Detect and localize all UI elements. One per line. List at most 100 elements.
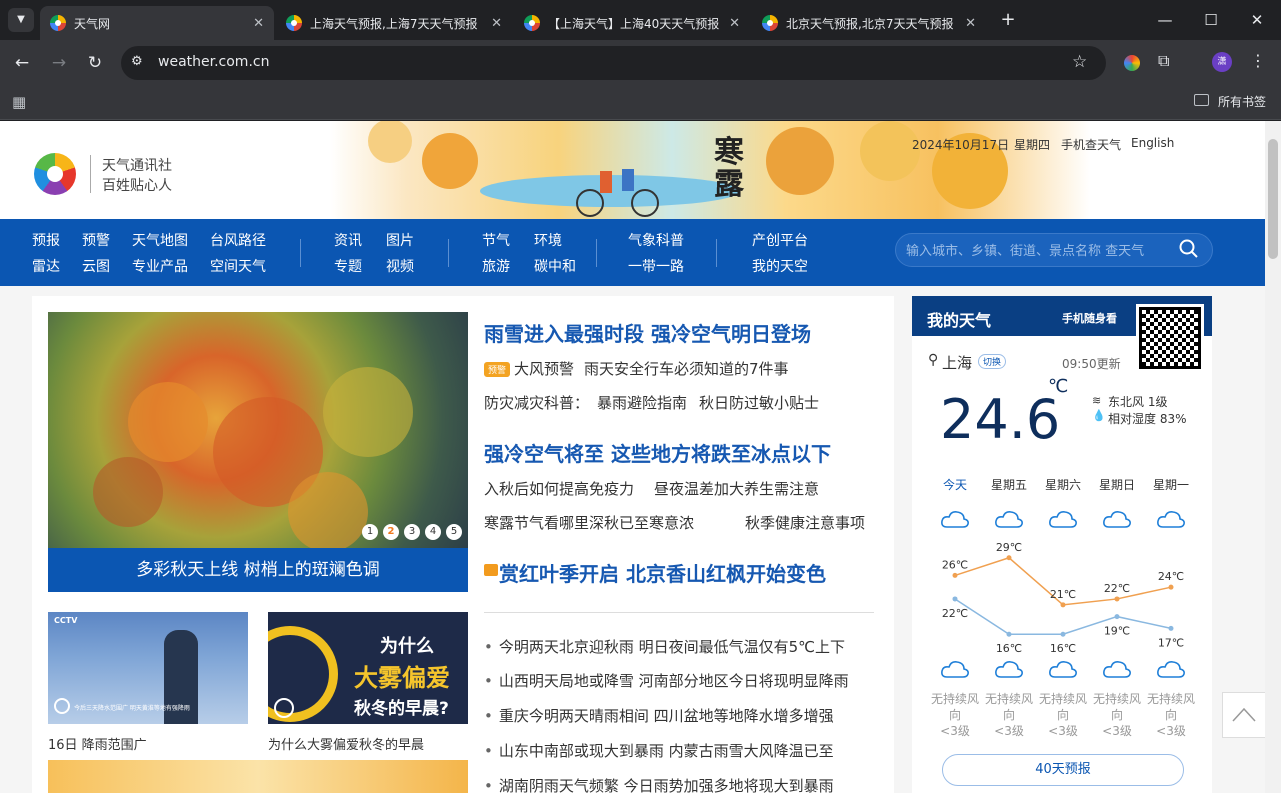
news-item[interactable]: 山西明天局地或降雪 河南部分地区今日将现明显降雨 — [484, 670, 849, 691]
apps-grid-icon[interactable]: ▦ — [12, 93, 26, 111]
address-bar[interactable]: ⚙ weather.com.cn ☆ — [121, 46, 1106, 80]
switch-city-button[interactable]: 切换 — [978, 354, 1007, 369]
news-item[interactable]: 重庆今明两天晴雨相间 四川盆地等地降水增多增强 — [484, 705, 834, 726]
tab-beijing-7day[interactable]: 北京天气预报,北京7天天气预报 ✕ — [752, 6, 986, 40]
tab-title: 天气网 — [74, 16, 111, 31]
sub-link-rainstorm[interactable]: 暴雨避险指南 — [597, 392, 687, 413]
pager-dot-2[interactable]: 2 — [383, 524, 399, 540]
close-icon[interactable]: ✕ — [491, 16, 502, 31]
nav-pictures[interactable]: 图片 — [386, 230, 414, 250]
tab-weather-home[interactable]: 天气网 ✕ — [40, 6, 274, 40]
my-weather-panel: 我的天气 手机随身看 ⚲ 上海 切换 09:50更新 24.6 ℃ ≋ 东北风 … — [912, 296, 1212, 793]
temperature-chart: 26℃ 29℃ 21℃ 22℃ 24℃ 22℃ 16℃ 16℃ 19℃ 17℃ — [942, 541, 1184, 655]
night-cloud-icon — [1090, 658, 1144, 683]
nav-radar[interactable]: 雷达 — [32, 256, 60, 276]
pager-dot-1[interactable]: 1 — [362, 524, 378, 540]
thumb-play-icon[interactable] — [274, 698, 294, 718]
maximize-icon[interactable]: ☐ — [1196, 8, 1226, 32]
tab-bar: ▼ 天气网 ✕ 上海天气预报,上海7天天气预报 ✕ 【上海天气】上海40天天气预… — [0, 0, 1281, 40]
nav-products[interactable]: 专业产品 — [132, 256, 188, 276]
profile-avatar[interactable]: 潇 — [1212, 52, 1232, 72]
search-icon[interactable] — [1179, 239, 1199, 259]
headline-3[interactable]: 赏红叶季开启 北京香山红枫开始变色 — [499, 558, 826, 587]
nav-news[interactable]: 资讯 — [334, 230, 362, 250]
chrome-colors-icon[interactable] — [1124, 55, 1140, 71]
sub-link-driving[interactable]: 雨天安全行车必须知道的7件事 — [584, 358, 789, 379]
new-tab-icon[interactable]: + — [996, 8, 1020, 32]
hero-image[interactable]: 1 2 3 4 5 — [48, 312, 468, 548]
all-bookmarks-link[interactable]: 所有书签 — [1218, 93, 1266, 110]
nav-science[interactable]: 气象科普 — [628, 230, 684, 250]
nav-typhoon[interactable]: 台风路径 — [210, 230, 266, 250]
page-scrollbar[interactable] — [1265, 121, 1281, 793]
nav-cloud[interactable]: 云图 — [82, 256, 110, 276]
slogan-line2: 百姓贴心人 — [102, 178, 172, 194]
thumb1-caption[interactable]: 16日 降雨范围广 — [48, 734, 147, 753]
close-icon[interactable]: ✕ — [729, 16, 740, 31]
bottom-banner[interactable] — [48, 760, 468, 793]
extensions-icon[interactable]: ⧉ — [1158, 51, 1169, 71]
city-search-input[interactable] — [906, 241, 1166, 261]
forecast-40day-button[interactable]: 40天预报 — [942, 754, 1184, 786]
back-to-top-button[interactable] — [1222, 692, 1265, 738]
sub-link-health[interactable]: 秋季健康注意事项 — [745, 512, 865, 533]
back-icon[interactable]: ← — [10, 51, 34, 75]
reload-icon[interactable]: ↻ — [83, 51, 107, 75]
english-link[interactable]: English — [1131, 136, 1174, 150]
logo-center — [47, 166, 63, 182]
headline-2[interactable]: 强冷空气将至 这些地方将跌至冰点以下 — [484, 438, 831, 467]
close-icon[interactable]: ✕ — [253, 16, 264, 31]
nav-travel[interactable]: 旅游 — [482, 256, 510, 276]
qr-pattern — [1139, 307, 1201, 369]
close-icon[interactable]: ✕ — [965, 16, 976, 31]
news-item[interactable]: 山东中南部或现大到暴雨 内蒙古雨雪大风降温已至 — [484, 740, 834, 761]
nav-forecast[interactable]: 预报 — [32, 230, 60, 250]
thumb-fog[interactable]: 为什么 大雾偏爱 秋冬的早晨? — [268, 612, 468, 724]
minimize-icon[interactable]: — — [1150, 8, 1180, 32]
hero-caption[interactable]: 多彩秋天上线 树梢上的斑斓色调 — [48, 548, 468, 592]
weather-favicon-icon — [762, 15, 778, 31]
wind-icon: ≋ — [1092, 394, 1102, 407]
menu-icon[interactable]: ⋮ — [1250, 51, 1266, 70]
site-info-icon[interactable]: ⚙ — [131, 54, 143, 69]
tab-shanghai-40day[interactable]: 【上海天气】上海40天天气预报 ✕ — [514, 6, 750, 40]
sub-link-allergy[interactable]: 秋日防过敏小贴士 — [699, 392, 819, 413]
folder-icon — [1194, 94, 1209, 106]
sub-link-wind-warning[interactable]: 大风预警 — [514, 358, 574, 379]
sub-link-immunity[interactable]: 入秋后如何提高免疫力 — [484, 478, 634, 499]
tab-shanghai-7day[interactable]: 上海天气预报,上海7天天气预报 ✕ — [276, 6, 512, 40]
nav-solar-terms[interactable]: 节气 — [482, 230, 510, 250]
thumb-rain-map[interactable]: CCTV 今后三天降水范围广 明天黄淮等地有强降雨 — [48, 612, 248, 724]
window-close-icon[interactable]: ✕ — [1242, 8, 1272, 32]
nav-video[interactable]: 视频 — [386, 256, 414, 276]
nav-weather-map[interactable]: 天气地图 — [132, 230, 188, 250]
headline-1[interactable]: 雨雪进入最强时段 强冷空气明日登场 — [484, 318, 811, 347]
nav-innovation[interactable]: 产创平台 — [752, 230, 808, 250]
night-cloud-icon — [1144, 658, 1198, 683]
news-item[interactable]: 今明两天北京迎秋雨 明日夜间最低气温仅有5℃上下 — [484, 636, 845, 657]
nav-carbon-neutral[interactable]: 碳中和 — [534, 256, 576, 276]
pager-dot-3[interactable]: 3 — [404, 524, 420, 540]
nav-topics[interactable]: 专题 — [334, 256, 362, 276]
thumb2-caption[interactable]: 为什么大雾偏爱秋冬的早晨 — [268, 734, 424, 753]
tab-search-button[interactable]: ▼ — [8, 8, 34, 32]
forward-icon[interactable]: → — [47, 51, 71, 75]
sub-link-temp-diff[interactable]: 昼夜温差加大养生需注意 — [654, 478, 819, 499]
thumb2-art-line3: 秋冬的早晨? — [354, 699, 449, 719]
high-temp-label: 24℃ — [1158, 570, 1184, 583]
site-logo-icon[interactable] — [34, 153, 76, 195]
low-temp-point — [952, 596, 958, 602]
mobile-weather-link[interactable]: 手机查天气 — [1061, 136, 1121, 153]
sub-link-hanlu[interactable]: 寒露节气看哪里深秋已至寒意浓 — [484, 512, 694, 533]
news-item[interactable]: 湖南阴雨天气频繁 今日雨势加强多地将现大到暴雨 — [484, 775, 834, 793]
nav-belt-road[interactable]: 一带一路 — [628, 256, 684, 276]
bookmark-star-icon[interactable]: ☆ — [1072, 52, 1087, 72]
thumb-play-icon[interactable] — [54, 698, 70, 714]
nav-space-weather[interactable]: 空间天气 — [210, 256, 266, 276]
pager-dot-4[interactable]: 4 — [425, 524, 441, 540]
nav-my-sky[interactable]: 我的天空 — [752, 256, 808, 276]
pager-dot-5[interactable]: 5 — [446, 524, 462, 540]
nav-warning[interactable]: 预警 — [82, 230, 110, 250]
nav-environment[interactable]: 环境 — [534, 230, 562, 250]
scrollbar-thumb[interactable] — [1268, 139, 1278, 259]
